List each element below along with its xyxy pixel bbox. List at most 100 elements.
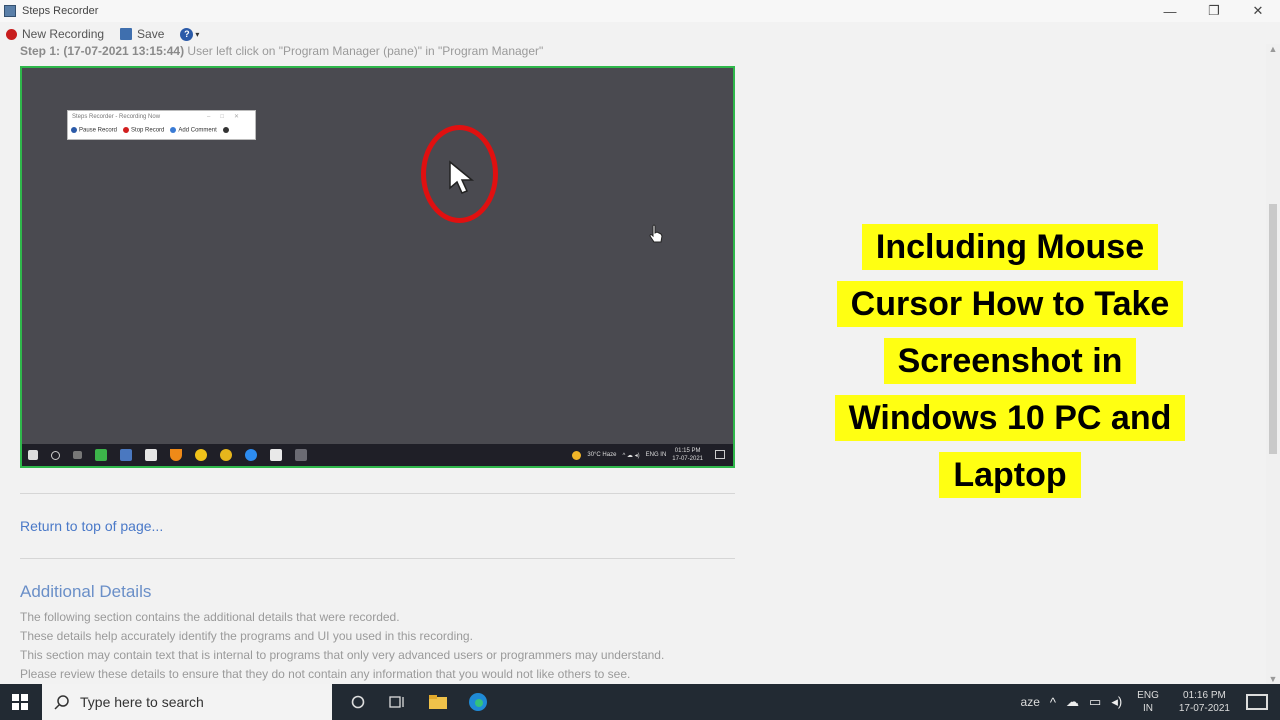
mini-stop-record: Stop Record — [123, 126, 165, 134]
search-icon — [54, 695, 69, 710]
mini-clock: 01:15 PM 17-07-2021 — [672, 447, 703, 463]
mini-tray-icons: ^ ☁ ◂) — [622, 452, 640, 459]
taskbar-clock[interactable]: 01:16 PM 17-07-2021 — [1179, 689, 1230, 715]
return-to-top-link[interactable]: Return to top of page... — [20, 518, 163, 534]
mini-vlc-icon — [170, 449, 182, 461]
mini-weather-text: 30°C Haze — [587, 452, 617, 458]
headline-line: Cursor How to Take — [836, 281, 1184, 327]
mini-recorder-window: Steps Recorder - Recording Now –□✕ Pause… — [67, 110, 256, 140]
headline-line: Laptop — [939, 452, 1081, 498]
system-tray: aze ^ ☁ ▭ ◂) ENG IN 01:16 PM 17-07-2021 — [1016, 684, 1280, 720]
step-header: Step 1: (17-07-2021 13:15:44) User left … — [20, 44, 543, 58]
steps-recorder-app-icon — [4, 5, 16, 17]
mini-stop-label: Stop Record — [131, 127, 165, 134]
file-explorer-button[interactable] — [418, 684, 458, 720]
mini-pause-record: Pause Record — [71, 126, 118, 134]
mini-app-blue-icon — [120, 449, 132, 461]
save-label: Save — [137, 27, 165, 41]
chevron-up-icon[interactable]: ^ — [1050, 695, 1056, 710]
edge-browser-button[interactable] — [458, 684, 498, 720]
minimize-button[interactable]: — — [1148, 0, 1192, 22]
mini-chrome2-icon — [220, 449, 232, 461]
help-button[interactable]: ? ▾ — [180, 27, 200, 41]
mini-store-icon — [145, 449, 157, 461]
windows-taskbar: Type here to search aze ^ ☁ ▭ ◂) ENG IN … — [0, 684, 1280, 720]
mini-lang: ENG IN — [645, 452, 667, 458]
additional-details-heading: Additional Details — [20, 582, 152, 601]
scroll-up-arrow-icon[interactable]: ▲ — [1266, 44, 1280, 58]
divider — [20, 558, 735, 559]
weather-fragment: aze — [1020, 695, 1040, 709]
language-indicator[interactable]: ENG IN — [1137, 689, 1159, 715]
vertical-scrollbar[interactable]: ▲ ▼ — [1266, 44, 1280, 684]
recorder-toolbar: New Recording Save ? ▾ — [0, 24, 209, 44]
mouse-pointer-icon — [449, 160, 475, 194]
stop-icon — [123, 126, 130, 133]
step-screenshot: Steps Recorder - Recording Now –□✕ Pause… — [20, 66, 735, 468]
task-view-icon — [389, 696, 404, 708]
captured-taskbar: 30°C Haze ^ ☁ ◂) ENG IN 01:15 PM 17-07-2… — [22, 444, 733, 466]
mini-taskview-icon — [73, 451, 82, 459]
mini-app-green-icon — [95, 449, 107, 461]
scroll-thumb[interactable] — [1269, 204, 1277, 454]
new-recording-button[interactable]: New Recording — [6, 27, 104, 41]
window-titlebar: Steps Recorder — ❐ ✕ — [0, 0, 1280, 22]
battery-icon[interactable]: ▭ — [1089, 694, 1101, 710]
divider — [20, 493, 735, 494]
mini-search-icon — [51, 450, 60, 460]
help-icon: ? — [180, 27, 194, 41]
details-line: These details help accurately identify t… — [20, 629, 473, 643]
start-button[interactable] — [0, 684, 40, 720]
comment-icon — [170, 126, 177, 133]
details-line: This section may contain text that is in… — [20, 648, 665, 662]
floppy-disk-icon — [120, 28, 133, 40]
record-icon — [6, 28, 17, 40]
new-recording-label: New Recording — [22, 27, 105, 41]
volume-icon[interactable]: ◂) — [1111, 694, 1122, 710]
video-headline: Including Mouse Cursor How to Take Scree… — [786, 224, 1234, 509]
mini-notification-icon — [715, 450, 725, 459]
chevron-down-icon: ▾ — [195, 29, 200, 39]
step-description: User left click on "Program Manager (pan… — [184, 44, 544, 58]
headline-line: Screenshot in — [883, 338, 1137, 384]
search-placeholder: Type here to search — [80, 694, 204, 710]
mini-window-controls: –□✕ — [207, 114, 249, 120]
cortana-circle-icon — [351, 695, 365, 709]
network-icon[interactable]: ☁ — [1066, 694, 1079, 710]
taskbar-search-box[interactable]: Type here to search — [42, 684, 332, 720]
edge-icon — [469, 693, 487, 711]
headline-line: Including Mouse — [861, 224, 1159, 270]
hand-cursor-icon — [649, 224, 663, 243]
cortana-button[interactable] — [338, 684, 378, 720]
step-label: Step 1: (17-07-2021 13:15:44) — [20, 44, 185, 58]
mini-zoom-icon — [245, 449, 257, 461]
scroll-down-arrow-icon[interactable]: ▼ — [1266, 674, 1280, 684]
maximize-button[interactable]: ❐ — [1192, 0, 1236, 22]
mini-time: 01:15 PM — [674, 448, 701, 454]
save-button[interactable]: Save — [120, 27, 164, 41]
mini-comment-label: Add Comment — [178, 127, 217, 134]
notification-center-icon[interactable] — [1246, 694, 1268, 710]
close-button[interactable]: ✕ — [1236, 0, 1280, 22]
mini-date: 17-07-2021 — [672, 456, 703, 462]
mini-pause-label: Pause Record — [79, 127, 118, 134]
mini-system-tray: 30°C Haze ^ ☁ ◂) ENG IN 01:15 PM 17-07-2… — [572, 444, 703, 466]
lang-bottom: IN — [1143, 703, 1153, 714]
mini-help-icon — [222, 127, 229, 133]
clock-time: 01:16 PM — [1183, 690, 1226, 701]
details-line: Please review these details to ensure th… — [20, 667, 631, 681]
window-title: Steps Recorder — [22, 5, 99, 17]
mini-weather-icon — [572, 450, 582, 460]
mini-app-white-icon — [270, 449, 282, 461]
pause-icon — [71, 126, 77, 133]
lang-top: ENG — [1137, 690, 1159, 701]
mini-recorder-toolbar: Pause Record Stop Record Add Comment — [68, 123, 255, 137]
task-view-button[interactable] — [378, 684, 418, 720]
headline-line: Windows 10 PC and — [834, 395, 1186, 441]
folder-icon — [429, 695, 447, 709]
mini-windows-icon — [28, 450, 38, 460]
mini-chrome-icon — [195, 449, 207, 461]
clock-date: 17-07-2021 — [1178, 703, 1230, 714]
mini-steps-recorder-icon — [295, 449, 307, 461]
windows-logo-icon — [12, 694, 28, 710]
